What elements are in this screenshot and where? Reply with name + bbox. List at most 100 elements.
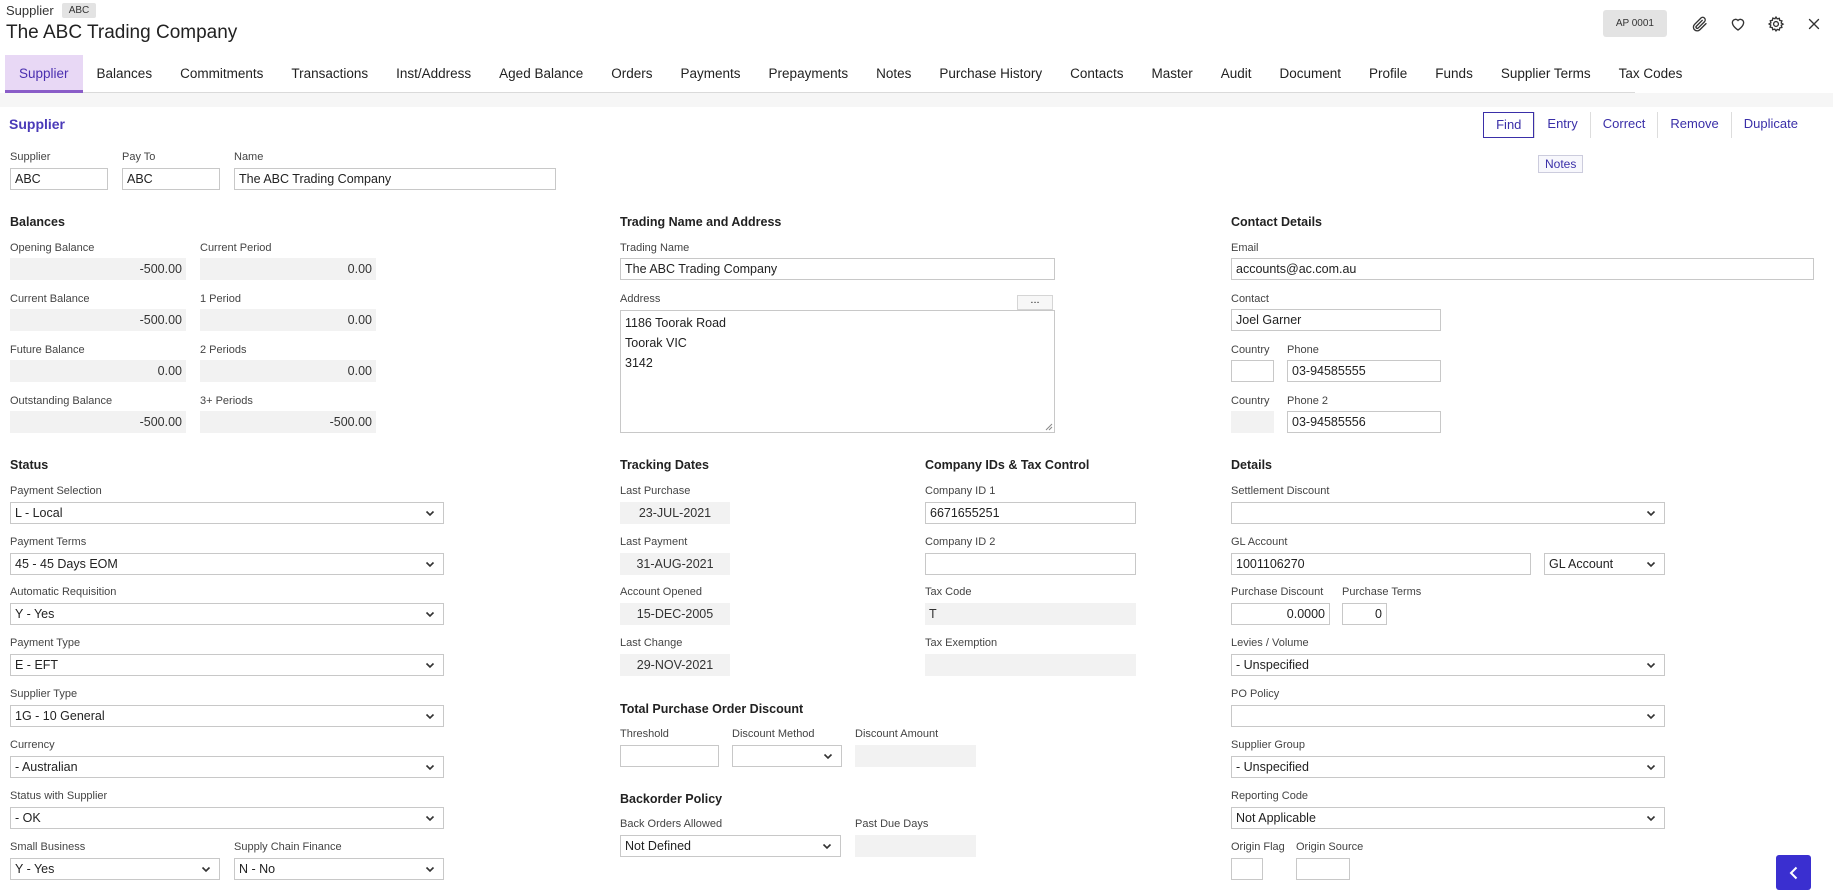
tab-document[interactable]: Document <box>1266 55 1356 93</box>
discount-method-label: Discount Method <box>732 728 815 740</box>
duplicate-button[interactable]: Duplicate <box>1730 112 1810 138</box>
paperclip-icon[interactable] <box>1681 11 1719 37</box>
payment-terms-label: Payment Terms <box>10 536 87 548</box>
details-heading: Details <box>1231 458 1272 472</box>
section-title[interactable]: Supplier <box>9 116 65 132</box>
tab-audit[interactable]: Audit <box>1207 55 1266 93</box>
name-label: Name <box>234 151 264 163</box>
supply-chain-select[interactable]: N - No <box>234 858 444 880</box>
po-policy-label: PO Policy <box>1231 688 1280 700</box>
gl-account-type-value: GL Account <box>1549 557 1614 571</box>
account-opened-value: 15-DEC-2005 <box>620 603 730 625</box>
chevron-down-icon <box>425 510 435 517</box>
address-textarea[interactable]: 1186 Toorak Road Toorak VIC 3142 <box>620 310 1055 433</box>
status-with-supplier-select[interactable]: - OK <box>10 807 444 829</box>
tab-prepayments[interactable]: Prepayments <box>755 55 863 93</box>
page-title: The ABC Trading Company <box>6 22 238 43</box>
chevron-down-icon <box>823 753 833 760</box>
find-button[interactable]: Find <box>1483 112 1535 138</box>
tab-master[interactable]: Master <box>1137 55 1206 93</box>
tab-supplier[interactable]: Supplier <box>5 55 83 93</box>
payment-selection-value: L - Local <box>15 506 63 520</box>
address-label: Address <box>620 293 661 305</box>
ap-badge[interactable]: AP 0001 <box>1602 10 1667 37</box>
payment-terms-select[interactable]: 45 - 45 Days EOM <box>10 553 444 575</box>
resize-handle-icon[interactable] <box>1045 423 1053 431</box>
back-orders-allowed-select[interactable]: Not Defined <box>620 835 841 857</box>
chevron-down-icon <box>1646 662 1656 669</box>
company-id2-label: Company ID 2 <box>925 536 996 548</box>
tab-aged-balance[interactable]: Aged Balance <box>485 55 597 93</box>
collapse-panel-button[interactable] <box>1776 855 1811 890</box>
tab-payments[interactable]: Payments <box>667 55 755 93</box>
tab-transactions[interactable]: Transactions <box>277 55 382 93</box>
address-more-button[interactable]: ... <box>1017 295 1053 310</box>
correct-button[interactable]: Correct <box>1589 112 1658 138</box>
levies-volume-value: - Unspecified <box>1236 658 1309 672</box>
purchase-terms-field[interactable]: 0 <box>1342 603 1387 625</box>
auto-requisition-select[interactable]: Y - Yes <box>10 603 444 625</box>
future-balance-label: Future Balance <box>10 344 85 356</box>
name-field[interactable]: The ABC Trading Company <box>234 168 556 190</box>
remove-button[interactable]: Remove <box>1657 112 1730 138</box>
tab-orders[interactable]: Orders <box>597 55 666 93</box>
tab-tax-codes[interactable]: Tax Codes <box>1605 55 1697 93</box>
gl-account-type-select[interactable]: GL Account <box>1544 553 1665 575</box>
country-field[interactable] <box>1231 360 1274 382</box>
payment-selection-select[interactable]: L - Local <box>10 502 444 524</box>
gl-account-field[interactable]: 1001106270 <box>1231 553 1531 575</box>
chevron-down-icon <box>425 611 435 618</box>
gear-icon[interactable] <box>1757 11 1795 37</box>
settlement-discount-select[interactable] <box>1231 502 1665 524</box>
supplier-field[interactable]: ABC <box>10 168 108 190</box>
tab-profile[interactable]: Profile <box>1355 55 1421 93</box>
po-policy-select[interactable] <box>1231 705 1665 727</box>
current-period-label: Current Period <box>200 242 272 254</box>
supplier-group-select[interactable]: - Unspecified <box>1231 756 1665 778</box>
payment-type-select[interactable]: E - EFT <box>10 654 444 676</box>
currency-select[interactable]: - Australian <box>10 756 444 778</box>
tab-supplier-terms[interactable]: Supplier Terms <box>1487 55 1605 93</box>
tab-purchase-history[interactable]: Purchase History <box>925 55 1056 93</box>
notes-button[interactable]: Notes <box>1538 155 1584 173</box>
threshold-field[interactable] <box>620 745 719 767</box>
company-ids-heading: Company IDs & Tax Control <box>925 458 1090 472</box>
company-id2-field[interactable] <box>925 553 1136 575</box>
phone2-field[interactable]: 03-94585556 <box>1287 411 1441 433</box>
origin-flag-field[interactable] <box>1231 858 1263 880</box>
currency-value: - Australian <box>15 760 78 774</box>
tax-exemption-label: Tax Exemption <box>925 637 998 649</box>
supplier-type-value: 1G - 10 General <box>15 709 105 723</box>
origin-source-field[interactable] <box>1296 858 1350 880</box>
breadcrumb: Supplier ABC <box>6 3 97 18</box>
entry-button[interactable]: Entry <box>1534 112 1589 138</box>
origin-flag-label: Origin Flag <box>1231 841 1285 853</box>
tab-inst-address[interactable]: Inst/Address <box>382 55 485 93</box>
chevron-down-icon <box>201 866 211 873</box>
reporting-code-select[interactable]: Not Applicable <box>1231 807 1665 829</box>
purchase-discount-field[interactable]: 0.0000 <box>1231 603 1330 625</box>
tab-notes[interactable]: Notes <box>862 55 925 93</box>
tab-balances[interactable]: Balances <box>83 55 167 93</box>
purchase-terms-label: Purchase Terms <box>1342 586 1422 598</box>
levies-volume-select[interactable]: - Unspecified <box>1231 654 1665 676</box>
company-id1-field[interactable]: 6671655251 <box>925 502 1136 524</box>
tab-commitments[interactable]: Commitments <box>166 55 277 93</box>
discount-method-select[interactable] <box>732 745 842 767</box>
supplier-type-select[interactable]: 1G - 10 General <box>10 705 444 727</box>
small-business-select[interactable]: Y - Yes <box>10 858 220 880</box>
tab-funds[interactable]: Funds <box>1421 55 1487 93</box>
trading-name-field[interactable]: The ABC Trading Company <box>620 258 1055 280</box>
discount-amount-label: Discount Amount <box>855 728 939 740</box>
heart-icon[interactable] <box>1719 11 1757 37</box>
record-actions: Find Entry Correct Remove Duplicate <box>1483 112 1810 138</box>
supply-chain-label: Supply Chain Finance <box>234 841 342 853</box>
auto-requisition-value: Y - Yes <box>15 607 55 621</box>
tab-contacts[interactable]: Contacts <box>1056 55 1137 93</box>
payto-field[interactable]: ABC <box>122 168 220 190</box>
backorder-heading: Backorder Policy <box>620 792 723 806</box>
email-field[interactable]: accounts@ac.com.au <box>1231 258 1814 280</box>
close-icon[interactable] <box>1795 11 1833 37</box>
phone-field[interactable]: 03-94585555 <box>1287 360 1441 382</box>
contact-field[interactable]: Joel Garner <box>1231 309 1441 331</box>
